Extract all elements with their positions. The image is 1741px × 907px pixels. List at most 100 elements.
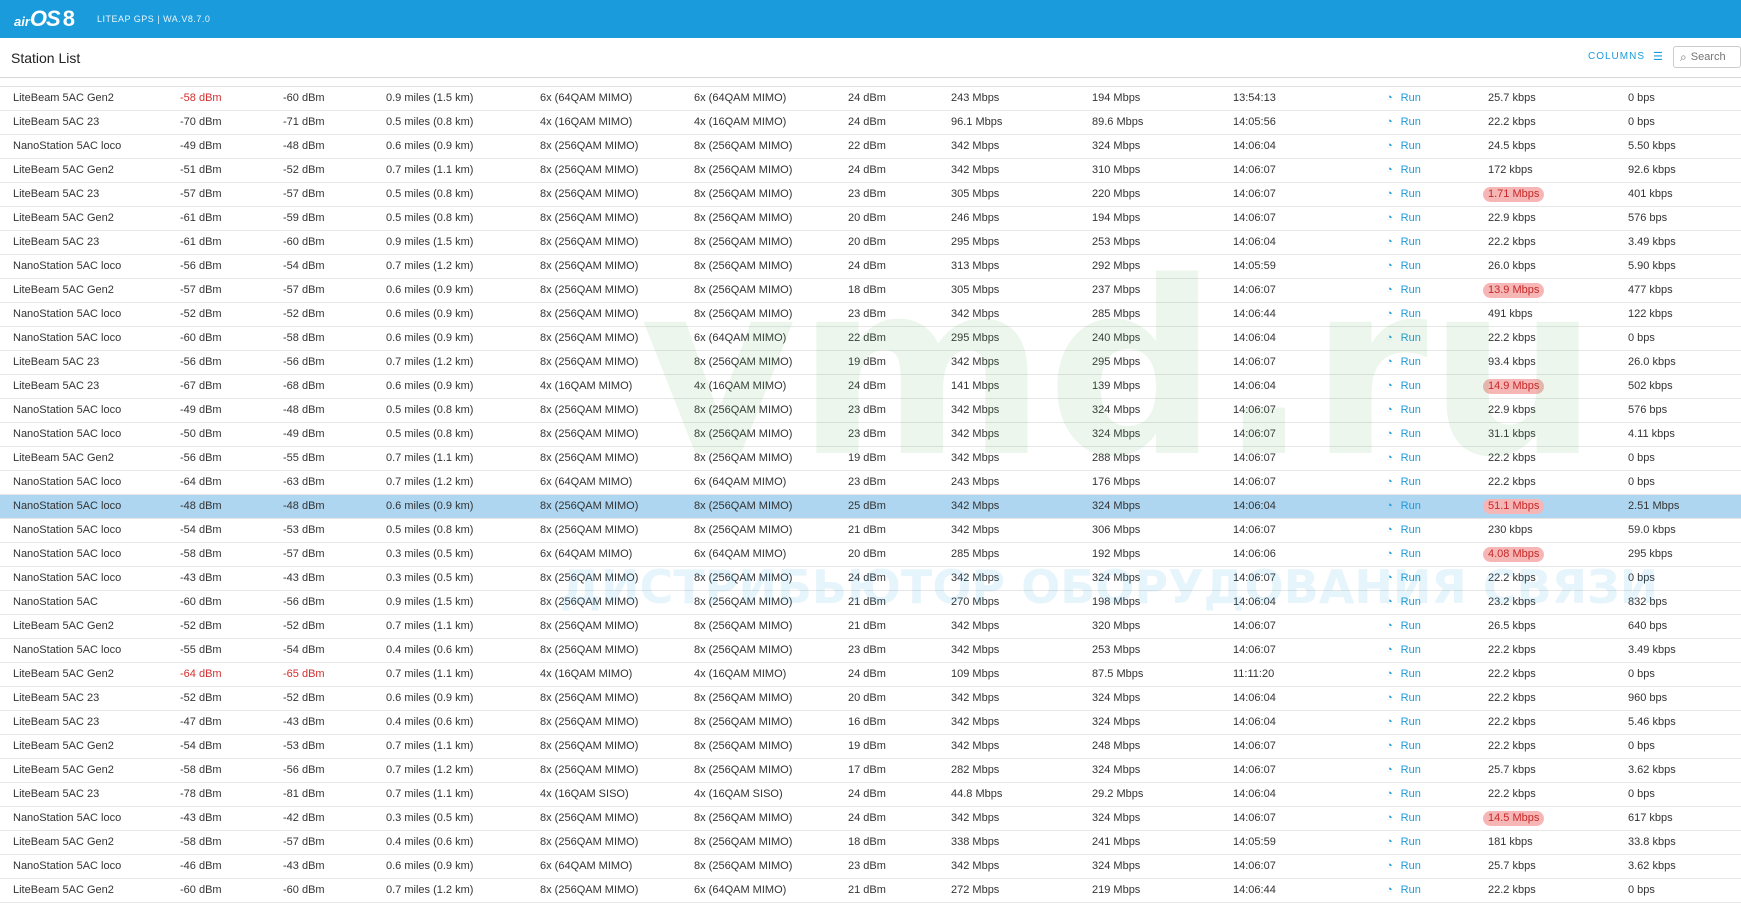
run-speedtest-button[interactable]: ◔ Run [1386,572,1421,584]
table-row[interactable]: NanoStation 5AC loco -64 dBm -63 dBm 0.7 mi… [0,471,1741,495]
run-speedtest-button[interactable]: ◔ Run [1386,500,1421,512]
throughput-rx: 0 bps [1628,740,1655,752]
table-row[interactable]: NanoStation 5AC loco -46 dBm -43 dBm 0.6 mi… [0,855,1741,879]
run-speedtest-button[interactable]: ◔ Run [1386,188,1421,200]
run-speedtest-button[interactable]: ◔ Run [1386,116,1421,128]
table-row[interactable]: LiteBeam 5AC 23 -67 dBm -68 dBm 0.6 miles (… [0,375,1741,399]
device-name: LiteBeam 5AC 23 [13,692,100,704]
run-speedtest-button[interactable]: ◔ Run [1386,236,1421,248]
search-input[interactable] [1690,51,1733,63]
tx-modulation: 8x (256QAM MIMO) [694,572,793,584]
run-speedtest-button[interactable]: ◔ Run [1386,620,1421,632]
run-label: Run [1400,404,1421,416]
search-box[interactable]: ⌕ [1673,46,1741,68]
table-row[interactable]: NanoStation 5AC loco -58 dBm -57 dBm 0.3 mi… [0,543,1741,567]
throughput-rx: 0 bps [1628,92,1655,104]
run-speedtest-button[interactable]: ◔ Run [1386,428,1421,440]
table-row[interactable]: LiteBeam 5AC 23 -61 dBm -60 dBm 0.9 miles (… [0,231,1741,255]
table-row[interactable]: NanoStation 5AC loco -49 dBm -48 dBm 0.5 mi… [0,399,1741,423]
table-row[interactable]: NanoStation 5AC loco -43 dBm -42 dBm 0.3 mi… [0,807,1741,831]
run-label: Run [1400,92,1421,104]
table-row[interactable]: LiteBeam 5AC 23 -47 dBm -43 dBm 0.4 miles (… [0,711,1741,735]
run-speedtest-button[interactable]: ◔ Run [1386,164,1421,176]
tx-rate: 282 Mbps [951,764,1000,776]
run-speedtest-button[interactable]: ◔ Run [1386,836,1421,848]
rx-rate: 324 Mbps [1092,764,1141,776]
rx-modulation: 8x (256QAM MIMO) [540,620,639,632]
run-speedtest-button[interactable]: ◔ Run [1386,644,1421,656]
table-row[interactable]: NanoStation 5AC -60 dBm -56 dBm 0.9 miles (… [0,591,1741,615]
speedometer-icon: ◔ [1386,308,1393,320]
throughput-rx: 0 bps [1628,572,1655,584]
table-row[interactable]: LiteBeam 5AC Gen2 -54 dBm -53 dBm 0.7 miles… [0,735,1741,759]
table-row[interactable]: NanoStation 5AC loco -49 dBm -48 dBm 0.6 mi… [0,135,1741,159]
table-row[interactable]: LiteBeam 5AC 23 -57 dBm -57 dBm 0.5 miles (… [0,183,1741,207]
run-speedtest-button[interactable]: ◔ Run [1386,860,1421,872]
run-speedtest-button[interactable]: ◔ Run [1386,884,1421,896]
run-speedtest-button[interactable]: ◔ Run [1386,740,1421,752]
throughput-tx: 26.5 kbps [1488,620,1536,632]
table-row[interactable]: LiteBeam 5AC 23 -78 dBm -81 dBm 0.7 miles (… [0,783,1741,807]
tx-power: 23 dBm [848,428,886,440]
speedometer-icon: ◔ [1386,860,1393,872]
rx-modulation: 4x (16QAM SISO) [540,788,629,800]
run-speedtest-button[interactable]: ◔ Run [1386,92,1421,104]
run-speedtest-button[interactable]: ◔ Run [1386,716,1421,728]
table-row[interactable]: NanoStation 5AC loco -56 dBm -54 dBm 0.7 mi… [0,255,1741,279]
speedometer-icon: ◔ [1386,788,1393,800]
table-row[interactable]: NanoStation 5AC loco -54 dBm -53 dBm 0.5 mi… [0,519,1741,543]
table-row[interactable]: LiteBeam 5AC Gen2 -60 dBm -60 dBm 0.7 miles… [0,879,1741,903]
table-row[interactable]: LiteBeam 5AC Gen2 -51 dBm -52 dBm 0.7 miles… [0,159,1741,183]
airos-logo[interactable]: air OS 8 [14,6,75,32]
columns-button[interactable]: COLUMNS ☰ [1588,50,1664,63]
run-speedtest-button[interactable]: ◔ Run [1386,356,1421,368]
table-row[interactable]: NanoStation 5AC loco -55 dBm -54 dBm 0.4 mi… [0,639,1741,663]
device-name: LiteBeam 5AC Gen2 [13,92,114,104]
table-row[interactable]: NanoStation 5AC loco -50 dBm -49 dBm 0.5 mi… [0,423,1741,447]
speedometer-icon: ◔ [1386,524,1393,536]
run-speedtest-button[interactable]: ◔ Run [1386,788,1421,800]
table-row[interactable]: LiteBeam 5AC Gen2 -58 dBm -57 dBm 0.4 miles… [0,831,1741,855]
run-speedtest-button[interactable]: ◔ Run [1386,332,1421,344]
table-row[interactable]: LiteBeam 5AC 23 -56 dBm -56 dBm 0.7 miles (… [0,351,1741,375]
throughput-tx: 181 kbps [1488,836,1533,848]
last-seen: 14:06:07 [1233,572,1276,584]
table-row[interactable]: LiteBeam 5AC Gen2 -56 dBm -55 dBm 0.7 miles… [0,447,1741,471]
run-speedtest-button[interactable]: ◔ Run [1386,140,1421,152]
run-speedtest-button[interactable]: ◔ Run [1386,284,1421,296]
table-row[interactable]: LiteBeam 5AC Gen2 -58 dBm -56 dBm 0.7 miles… [0,759,1741,783]
run-speedtest-button[interactable]: ◔ Run [1386,308,1421,320]
run-speedtest-button[interactable]: ◔ Run [1386,404,1421,416]
run-speedtest-button[interactable]: ◔ Run [1386,668,1421,680]
tx-modulation: 8x (256QAM MIMO) [694,452,793,464]
run-speedtest-button[interactable]: ◔ Run [1386,812,1421,824]
run-speedtest-button[interactable]: ◔ Run [1386,692,1421,704]
run-speedtest-button[interactable]: ◔ Run [1386,548,1421,560]
run-speedtest-button[interactable]: ◔ Run [1386,524,1421,536]
remote-signal: -57 dBm [283,188,325,200]
run-label: Run [1400,644,1421,656]
run-speedtest-button[interactable]: ◔ Run [1386,476,1421,488]
speedometer-icon: ◔ [1386,260,1393,272]
run-speedtest-button[interactable]: ◔ Run [1386,380,1421,392]
rx-modulation: 8x (256QAM MIMO) [540,740,639,752]
rx-modulation: 8x (256QAM MIMO) [540,452,639,464]
table-row[interactable]: LiteBeam 5AC Gen2 -52 dBm -52 dBm 0.7 miles… [0,615,1741,639]
run-speedtest-button[interactable]: ◔ Run [1386,212,1421,224]
run-speedtest-button[interactable]: ◔ Run [1386,260,1421,272]
table-row[interactable]: LiteBeam 5AC 23 -70 dBm -71 dBm 0.5 miles (… [0,111,1741,135]
table-row[interactable]: LiteBeam 5AC Gen2 -61 dBm -59 dBm 0.5 miles… [0,207,1741,231]
tx-power: 22 dBm [848,332,886,344]
run-speedtest-button[interactable]: ◔ Run [1386,452,1421,464]
table-row[interactable]: NanoStation 5AC loco -60 dBm -58 dBm 0.6 mi… [0,327,1741,351]
table-row[interactable]: NanoStation 5AC loco -48 dBm -48 dBm 0.6 mi… [0,495,1741,519]
table-row[interactable]: LiteBeam 5AC Gen2 -58 dBm -60 dBm 0.9 miles… [0,87,1741,111]
run-speedtest-button[interactable]: ◔ Run [1386,764,1421,776]
distance: 0.7 miles (1.2 km) [386,884,474,896]
table-row[interactable]: LiteBeam 5AC Gen2 -64 dBm -65 dBm 0.7 miles… [0,663,1741,687]
table-row[interactable]: LiteBeam 5AC 23 -52 dBm -52 dBm 0.6 miles (… [0,687,1741,711]
table-row[interactable]: LiteBeam 5AC Gen2 -57 dBm -57 dBm 0.6 miles… [0,279,1741,303]
table-row[interactable]: NanoStation 5AC loco -52 dBm -52 dBm 0.6 mi… [0,303,1741,327]
run-speedtest-button[interactable]: ◔ Run [1386,596,1421,608]
table-row[interactable]: NanoStation 5AC loco -43 dBm -43 dBm 0.3 mi… [0,567,1741,591]
